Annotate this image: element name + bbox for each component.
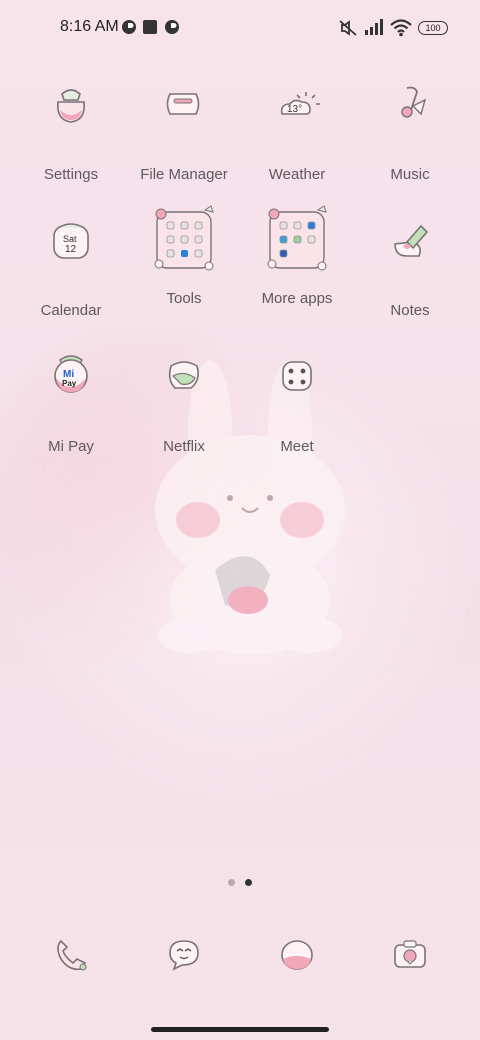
more-apps-folder-icon xyxy=(267,205,327,271)
clock: 8:16 AM xyxy=(60,18,119,35)
calendar-icon: Sat 12 xyxy=(53,223,89,259)
weather-icon: 13° xyxy=(280,92,320,115)
mi-pay-icon: Mi Pay xyxy=(54,355,88,393)
netflix-icon xyxy=(168,361,199,389)
page-dot-1[interactable] xyxy=(228,879,235,886)
browser-icon[interactable] xyxy=(275,933,319,977)
svg-text:Pay: Pay xyxy=(62,379,77,388)
notes-icon xyxy=(394,224,429,257)
home-gesture-bar[interactable] xyxy=(151,1027,329,1032)
settings-icon xyxy=(56,89,86,123)
battery-icon: 100 xyxy=(418,21,448,35)
app-mi-pay[interactable]: Mi Pay Mi Pay xyxy=(16,352,126,455)
wifi-icon xyxy=(390,19,412,37)
tools-folder-icon xyxy=(154,205,214,271)
app-meet[interactable]: Meet xyxy=(242,352,352,455)
messages-icon[interactable] xyxy=(162,933,206,977)
status-bar: 8:16 AM 100 xyxy=(0,0,480,56)
mute-icon xyxy=(339,20,357,36)
square-icon xyxy=(143,20,157,34)
file-manager-icon xyxy=(166,93,200,115)
app-calendar[interactable]: Sat 12 Calendar xyxy=(16,216,126,319)
notification-icon xyxy=(165,20,179,34)
app-notes[interactable]: Notes xyxy=(355,216,465,319)
app-settings[interactable]: Settings xyxy=(16,80,126,183)
notification-icon xyxy=(122,20,136,34)
svg-text:12: 12 xyxy=(65,244,77,255)
signal-icon xyxy=(365,19,383,35)
meet-icon xyxy=(282,361,312,391)
app-file-manager[interactable]: File Manager xyxy=(129,80,239,183)
phone-icon[interactable] xyxy=(49,933,93,977)
app-more-apps-folder[interactable]: More apps xyxy=(242,204,352,307)
music-icon xyxy=(401,86,427,118)
page-dot-2[interactable] xyxy=(245,879,252,886)
app-music[interactable]: Music xyxy=(355,80,465,183)
camera-icon[interactable] xyxy=(388,933,432,977)
svg-text:13°: 13° xyxy=(287,104,302,115)
app-weather[interactable]: 13° Weather xyxy=(242,80,352,183)
svg-text:Sat: Sat xyxy=(63,234,77,244)
app-netflix[interactable]: Netflix xyxy=(129,352,239,455)
app-tools-folder[interactable]: Tools xyxy=(129,204,239,307)
